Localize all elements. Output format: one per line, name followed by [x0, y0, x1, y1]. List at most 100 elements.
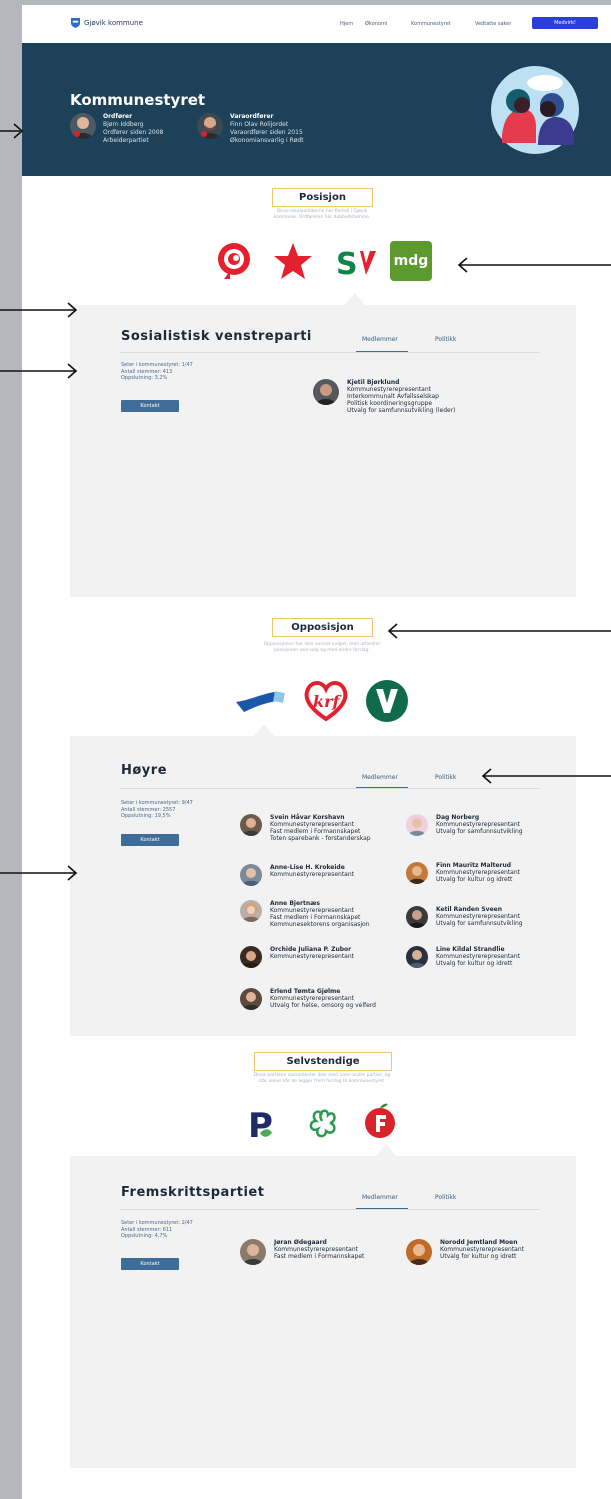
- svg-text:krf: krf: [313, 692, 343, 711]
- deputy-name: Finn Olav Rolijordet: [230, 121, 289, 128]
- mayor-role: Ordfører: [103, 113, 133, 120]
- member-role: Kommunestyrerepresentant: [274, 1246, 359, 1253]
- member-avatar: [240, 1239, 266, 1265]
- tab-politikk[interactable]: Politikk: [435, 774, 456, 781]
- hoyre-logo-icon[interactable]: [234, 688, 286, 718]
- annotation-arrow-right: [0, 302, 78, 318]
- mdg-logo-text: mdg: [393, 253, 429, 269]
- senterpartiet-clover-icon[interactable]: [304, 1105, 340, 1141]
- svg-text:S: S: [336, 247, 358, 279]
- pensjonistpartiet-logo-icon[interactable]: P: [246, 1103, 276, 1143]
- ap-rose-icon[interactable]: [212, 241, 257, 281]
- member-avatar: [406, 814, 428, 836]
- member-item[interactable]: Jøran Ødegaard Kommunestyrerepresentant …: [240, 1239, 364, 1265]
- mayor-name: Bjørn Iddberg: [103, 121, 144, 128]
- member-avatar: [406, 906, 428, 928]
- mayor-block: Ordfører Bjørn Iddberg Ordfører siden 20…: [70, 113, 163, 145]
- tab-medlemmer[interactable]: Medlemmer: [362, 336, 398, 343]
- tab-politikk[interactable]: Politikk: [435, 1194, 456, 1201]
- member-role: Kommunestyrerepresentant: [436, 821, 521, 828]
- card-pointer: [376, 1144, 396, 1156]
- frp-logo-icon[interactable]: [362, 1101, 398, 1141]
- krf-heart-icon[interactable]: krf: [302, 679, 350, 723]
- mdg-logo-icon[interactable]: mdg: [390, 241, 432, 281]
- nav-link-kommunestyret[interactable]: Kommunestyret: [411, 21, 451, 27]
- member-role: Kommunestyrerepresentant: [436, 953, 521, 960]
- rodt-star-icon[interactable]: [272, 241, 314, 281]
- section-title-opposisjon: Opposisjon: [272, 618, 373, 637]
- member-item[interactable]: Line Kildal Strandlie Kommunestyrerepres…: [406, 946, 520, 968]
- member-avatar: [240, 814, 262, 836]
- page: Gjøvik kommune Hjem Økonomi Kommunestyre…: [22, 5, 611, 1499]
- annotation-arrow-right: [0, 363, 78, 379]
- kontakt-button[interactable]: Kontakt: [121, 400, 179, 412]
- member-item[interactable]: Erlend Tømta Gjølme Kommunestyrerepresen…: [240, 988, 376, 1010]
- deputy-since: Varaordfører siden 2015: [230, 129, 303, 136]
- nav-link-okonomi[interactable]: Økonomi: [365, 21, 387, 27]
- party-card-frp: Fremskrittspartiet Medlemmer Politikk Se…: [70, 1156, 576, 1468]
- card-divider: [120, 788, 540, 789]
- member-name: Dag Norberg: [436, 814, 480, 821]
- member-item[interactable]: Finn Mauritz Malterud Kommunestyrerepres…: [406, 862, 520, 884]
- tab-politikk[interactable]: Politikk: [435, 336, 456, 343]
- conversation-illustration-icon: [491, 66, 579, 154]
- card-divider: [120, 352, 540, 353]
- member-role: Utvalg for samfunnsutvikling: [436, 920, 523, 927]
- member-role: Kommunestyrerepresentant: [436, 869, 521, 876]
- member-name: Line Kildal Strandlie: [436, 946, 505, 953]
- member-avatar: [313, 379, 339, 405]
- member-item[interactable]: Svein Håvar Korshavn Kommunestyrereprese…: [240, 814, 371, 842]
- member-role: Kommunestyrerepresentant: [270, 821, 355, 828]
- nav-link-hjem[interactable]: Hjem: [340, 21, 353, 27]
- member-item[interactable]: Anne Bjertnæs Kommunestyrerepresentant F…: [240, 900, 370, 928]
- municipality-shield-icon: [71, 18, 80, 28]
- member-item[interactable]: Ketil Randen Sveen Kommunestyrerepresent…: [406, 906, 523, 928]
- section-subtitle-posisjon: Disse lokalpolitikerne har flertall i Gj…: [202, 209, 442, 221]
- venstre-logo-icon[interactable]: [365, 679, 409, 723]
- member-item[interactable]: Orchide Juliana P. Zubor Kommunestyrerep…: [240, 946, 354, 968]
- party-name: Fremskrittspartiet: [121, 1185, 265, 1200]
- page-title: Kommunestyret: [70, 91, 206, 109]
- opposisjon-subtitle-line-2: posisjonen ved valg og med andre forslag…: [274, 648, 370, 653]
- stat-seats: Seter i kommunestyret: 2/47: [121, 1220, 193, 1226]
- member-role: Kommunesektorens organisasjon: [270, 921, 370, 928]
- nav-link-vedtatte-saker[interactable]: Vedtatte saker: [475, 21, 511, 27]
- medvirk-button[interactable]: Medvirk!: [532, 17, 598, 29]
- member-role: Toten sparebank - forstanderskap: [270, 835, 371, 842]
- member-name: Kjetil Bjørklund: [347, 379, 400, 386]
- sv-logo-icon[interactable]: S: [334, 245, 378, 279]
- card-divider: [120, 1209, 540, 1210]
- section-subtitle-opposisjon: Opposisjonen har ikke vunnet valget, men…: [212, 642, 432, 654]
- brand-logo[interactable]: Gjøvik kommune: [71, 18, 143, 28]
- member-role: Kommunestyrerepresentant: [270, 995, 355, 1002]
- member-role: Interkommunalt Avfallsselskap: [347, 393, 439, 400]
- party-name: Høyre: [121, 763, 168, 778]
- stat-share: Oppslutning: 4,7%: [121, 1233, 168, 1239]
- member-name: Anne-Lise H. Krokeide: [270, 864, 345, 871]
- section-title-selvstendige: Selvstendige: [254, 1052, 392, 1071]
- member-role: Utvalg for kultur og idrett: [436, 876, 513, 883]
- member-item[interactable]: Norodd Jemtland Moen Kommunestyrereprese…: [406, 1239, 524, 1265]
- kontakt-button[interactable]: Kontakt: [121, 834, 179, 846]
- kontakt-button[interactable]: Kontakt: [121, 1258, 179, 1270]
- tab-medlemmer[interactable]: Medlemmer: [362, 1194, 398, 1201]
- member-item[interactable]: Anne-Lise H. Krokeide Kommunestyrerepres…: [240, 864, 354, 886]
- member-name: Erlend Tømta Gjølme: [270, 988, 341, 995]
- member-avatar: [406, 1239, 432, 1265]
- member-item[interactable]: Dag Norberg Kommunestyrerepresentant Utv…: [406, 814, 523, 836]
- member-avatar: [240, 946, 262, 968]
- member-role: Utvalg for samfunnsutvikling: [436, 828, 523, 835]
- member-role: Kommunestyrerepresentant: [270, 953, 355, 960]
- member-item[interactable]: Kjetil Bjørklund Kommunestyrerepresentan…: [313, 379, 456, 414]
- member-role: Fast medlem i Formannskapet: [270, 828, 361, 835]
- member-name: Ketil Randen Sveen: [436, 906, 502, 913]
- svg-text:P: P: [248, 1106, 273, 1143]
- stat-share: Oppslutning: 3,2%: [121, 375, 168, 381]
- member-name: Anne Bjertnæs: [270, 900, 321, 907]
- tab-medlemmer[interactable]: Medlemmer: [362, 774, 398, 781]
- party-name: Sosialistisk venstreparti: [121, 329, 312, 344]
- deputy-role: Varaordfører: [230, 113, 274, 120]
- member-avatar: [406, 862, 428, 884]
- party-card-sv: Sosialistisk venstreparti Medlemmer Poli…: [70, 305, 576, 597]
- section-title-posisjon: Posisjon: [272, 188, 373, 207]
